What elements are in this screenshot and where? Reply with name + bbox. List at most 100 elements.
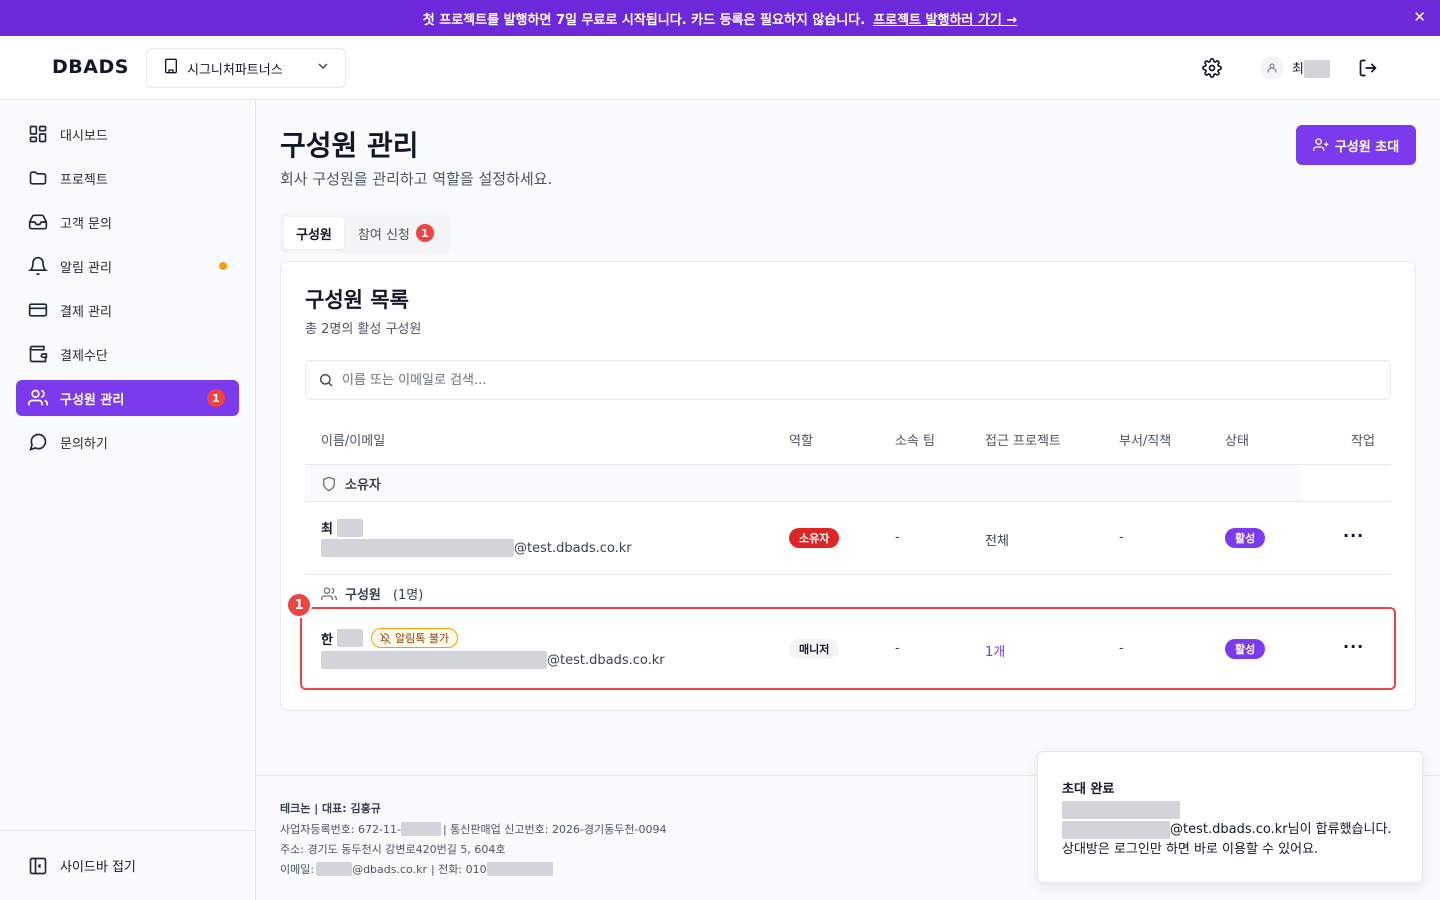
alimtalk-unavailable-badge: 알림톡 불가 — [370, 628, 459, 648]
toast-title: 초대 완료 — [1062, 782, 1115, 797]
credit-card-icon — [28, 303, 48, 317]
shield-icon — [323, 476, 335, 491]
sidebar-item-members[interactable]: 구성원 관리 1 — [16, 380, 239, 416]
logo[interactable]: DBADS — [52, 56, 129, 78]
column-header-projects: 접근 프로젝트 — [985, 434, 1061, 449]
role-badge: 소유자 — [789, 528, 840, 548]
redacted-block — [336, 518, 363, 537]
sidebar-item-billing[interactable]: 결제 관리 — [16, 292, 239, 328]
status-badge: 활성 — [1225, 639, 1266, 659]
sidebar-item-label: 알림 관리 — [60, 260, 112, 276]
user-menu[interactable]: 최 — [1260, 56, 1330, 80]
members-badge: 1 — [207, 389, 225, 407]
sidebar-item-label: 결제 관리 — [60, 304, 112, 320]
company-name: 시그니처파트너스 — [187, 62, 283, 78]
promo-banner: 첫 프로젝트를 발행하면 7일 무료로 시작됩니다. 카드 등록은 필요하지 않… — [0, 0, 1440, 36]
inbox-icon — [28, 214, 48, 230]
projects-link[interactable]: 1개 — [985, 641, 1005, 660]
toast-message: @test.dbads.co.kr님이 합류했습니다. 상대방은 로그인만 하면… — [1062, 800, 1392, 860]
wallet-icon — [29, 345, 48, 363]
redacted-block — [1062, 820, 1170, 839]
member-tabs: 구성원 참여 신청 1 — [280, 213, 451, 253]
status-badge: 활성 — [1225, 528, 1266, 548]
team-cell: - — [895, 530, 900, 545]
group-owner: 소유자 — [305, 465, 1301, 502]
redacted-block — [1303, 60, 1330, 79]
banner-text: 첫 프로젝트를 발행하면 7일 무료로 시작됩니다. 카드 등록은 필요하지 않… — [422, 12, 866, 28]
company-select[interactable]: 시그니처파트너스 — [146, 48, 346, 88]
more-actions-button[interactable]: ··· — [1343, 526, 1364, 545]
message-circle-icon — [29, 433, 47, 451]
column-header-name: 이름/이메일 — [321, 434, 386, 449]
users-icon — [321, 586, 337, 600]
redacted-block — [316, 862, 353, 876]
member-list-card: 구성원 목록 총 2명의 활성 구성원 이름/이메일 역할 소속 팀 접근 프로… — [280, 261, 1416, 711]
sidebar-item-label: 프로젝트 — [60, 172, 108, 188]
column-header-status: 상태 — [1225, 434, 1249, 449]
bell-icon — [28, 256, 48, 276]
sidebar-item-payment-methods[interactable]: 결제수단 — [16, 336, 239, 372]
sidebar-item-label: 구성원 관리 — [60, 392, 125, 408]
role-badge: 매니저 — [789, 639, 840, 659]
column-header-department: 부서/직책 — [1119, 434, 1172, 449]
department-cell: - — [1119, 530, 1124, 545]
redacted-block — [486, 862, 553, 876]
sidebar-item-dashboard[interactable]: 대시보드 — [16, 116, 239, 152]
sidebar-item-contact[interactable]: 문의하기 — [16, 424, 239, 460]
member-name: 최 — [321, 518, 363, 537]
card-subtitle: 총 2명의 활성 구성원 — [305, 322, 422, 337]
close-icon[interactable]: ✕ — [1413, 8, 1426, 26]
join-requests-badge: 1 — [415, 224, 434, 242]
column-header-actions: 작업 — [1351, 434, 1375, 449]
team-cell: - — [895, 641, 900, 656]
column-header-role: 역할 — [789, 434, 813, 449]
footer-address: 주소: 경기도 동두천시 강변로420번길 5, 604호 — [280, 843, 506, 856]
member-email: @test.dbads.co.kr — [321, 651, 665, 669]
avatar — [1260, 56, 1284, 80]
chevron-down-icon — [315, 58, 331, 78]
footer-company: 테크논 | 대표: 김홍규 — [280, 802, 381, 815]
page-subtitle: 회사 구성원을 관리하고 역할을 설정하세요. — [280, 170, 553, 188]
sidebar-item-projects[interactable]: 프로젝트 — [16, 160, 239, 196]
sidebar-item-label: 결제수단 — [60, 348, 108, 364]
banner-link[interactable]: 프로젝트 발행하러 가기 → — [873, 9, 1017, 28]
member-email: @test.dbads.co.kr — [321, 539, 632, 557]
top-header: DBADS 시그니처파트너스 최 — [0, 36, 1440, 100]
toast-notification: 초대 완료 @test.dbads.co.kr님이 합류했습니다. 상대방은 로… — [1037, 751, 1423, 883]
tab-join-requests[interactable]: 참여 신청 1 — [346, 217, 446, 249]
footer-contact: 이메일: @dbads.co.kr | 전화: 010 — [280, 861, 553, 877]
more-actions-button[interactable]: ··· — [1343, 637, 1364, 656]
member-name: 한 알림톡 불가 — [321, 628, 459, 648]
logout-icon[interactable] — [1356, 56, 1380, 80]
card-title: 구성원 목록 — [305, 288, 409, 312]
sidebar-item-label: 문의하기 — [60, 436, 108, 452]
redacted-block — [321, 651, 547, 669]
sidebar-collapse-button[interactable]: 사이드바 접기 — [0, 830, 255, 900]
bell-off-icon — [379, 632, 391, 644]
sidebar: 대시보드 프로젝트 고객 문의 알림 관리 결제 관리 결제수단 구성원 관리 … — [0, 100, 256, 900]
user-name: 최 — [1292, 58, 1330, 79]
page-title: 구성원 관리 — [280, 129, 419, 162]
tab-members[interactable]: 구성원 — [284, 217, 344, 249]
sidebar-item-label: 고객 문의 — [60, 216, 112, 232]
department-cell: - — [1119, 641, 1124, 656]
sidebar-collapse-label: 사이드바 접기 — [60, 860, 136, 875]
users-icon — [28, 389, 48, 406]
redacted-block — [400, 822, 441, 836]
redacted-block — [1062, 800, 1180, 819]
projects-cell: 전체 — [985, 534, 1009, 549]
column-header-team: 소속 팀 — [895, 434, 936, 449]
invite-member-button[interactable]: 구성원 초대 — [1296, 125, 1416, 165]
gear-icon[interactable] — [1200, 56, 1224, 80]
redacted-block — [321, 539, 514, 557]
footer-business: 사업자등록번호: 672-11- | 통신판매업 신고번호: 2026-경기동두천… — [280, 822, 667, 836]
highlight-number: 1 — [286, 592, 312, 618]
user-plus-icon — [1312, 138, 1329, 151]
sidebar-item-notifications[interactable]: 알림 관리 — [16, 248, 239, 284]
panel-left-icon — [29, 857, 47, 874]
building-icon — [163, 58, 179, 78]
search-box — [305, 360, 1391, 400]
search-input[interactable] — [342, 372, 1390, 388]
folder-icon — [29, 171, 47, 185]
sidebar-item-inquiries[interactable]: 고객 문의 — [16, 204, 239, 240]
